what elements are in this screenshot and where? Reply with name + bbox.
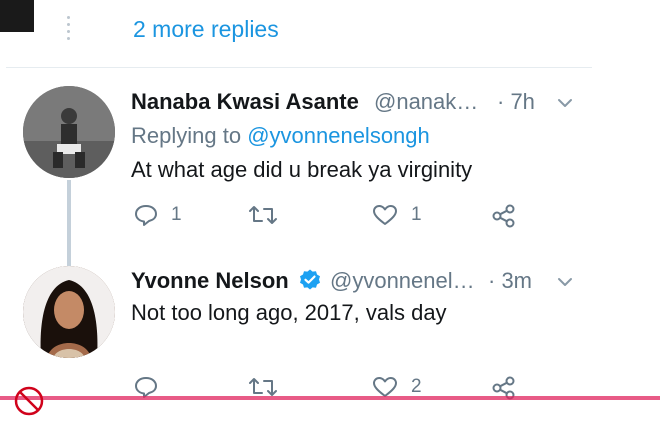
- chevron-down-icon[interactable]: [556, 273, 574, 291]
- share-icon[interactable]: [490, 203, 518, 229]
- thread-connector-line: [67, 180, 71, 266]
- tweet-timestamp[interactable]: · 3m: [488, 268, 532, 294]
- reply-count: 1: [171, 204, 182, 225]
- retweet-action[interactable]: [247, 203, 291, 227]
- like-icon[interactable]: [371, 203, 399, 227]
- thread-dots: [67, 16, 71, 42]
- avatar-photo: [23, 86, 115, 178]
- avatar[interactable]: [23, 266, 115, 358]
- divider: [6, 67, 592, 68]
- tweet-text: Not too long ago, 2017, vals day: [131, 300, 447, 325]
- cropped-dark-element: [0, 0, 34, 32]
- replying-to-mention[interactable]: @yvonnenelsongh: [247, 123, 430, 148]
- bottom-edge-bar: [0, 396, 660, 400]
- tweet-timestamp[interactable]: · 7h: [497, 89, 535, 115]
- author-name[interactable]: Yvonne Nelson: [131, 268, 289, 294]
- verified-badge-icon: [298, 268, 322, 292]
- replying-to: Replying to @yvonnenelsongh: [131, 123, 430, 149]
- share-action[interactable]: [490, 203, 518, 229]
- replying-to-prefix: Replying to: [131, 123, 248, 148]
- retweet-icon[interactable]: [247, 203, 279, 227]
- author-handle[interactable]: @yvonnenel…: [330, 268, 475, 294]
- tweet-text: At what age did u break ya virginity: [131, 157, 473, 182]
- author-name[interactable]: Nanaba Kwasi Asante: [131, 89, 359, 115]
- more-replies-link[interactable]: 2 more replies: [133, 16, 279, 43]
- like-action[interactable]: 1: [371, 203, 422, 227]
- author-handle[interactable]: @nanak…: [374, 89, 478, 115]
- avatar-photo: [23, 266, 115, 358]
- blocked-icon: [12, 384, 46, 418]
- like-count: 1: [411, 204, 422, 225]
- reply-icon[interactable]: [133, 203, 159, 227]
- chevron-down-icon[interactable]: [556, 94, 574, 112]
- like-count: 2: [411, 376, 422, 397]
- avatar[interactable]: [23, 86, 115, 178]
- reply-action[interactable]: 1: [133, 203, 182, 227]
